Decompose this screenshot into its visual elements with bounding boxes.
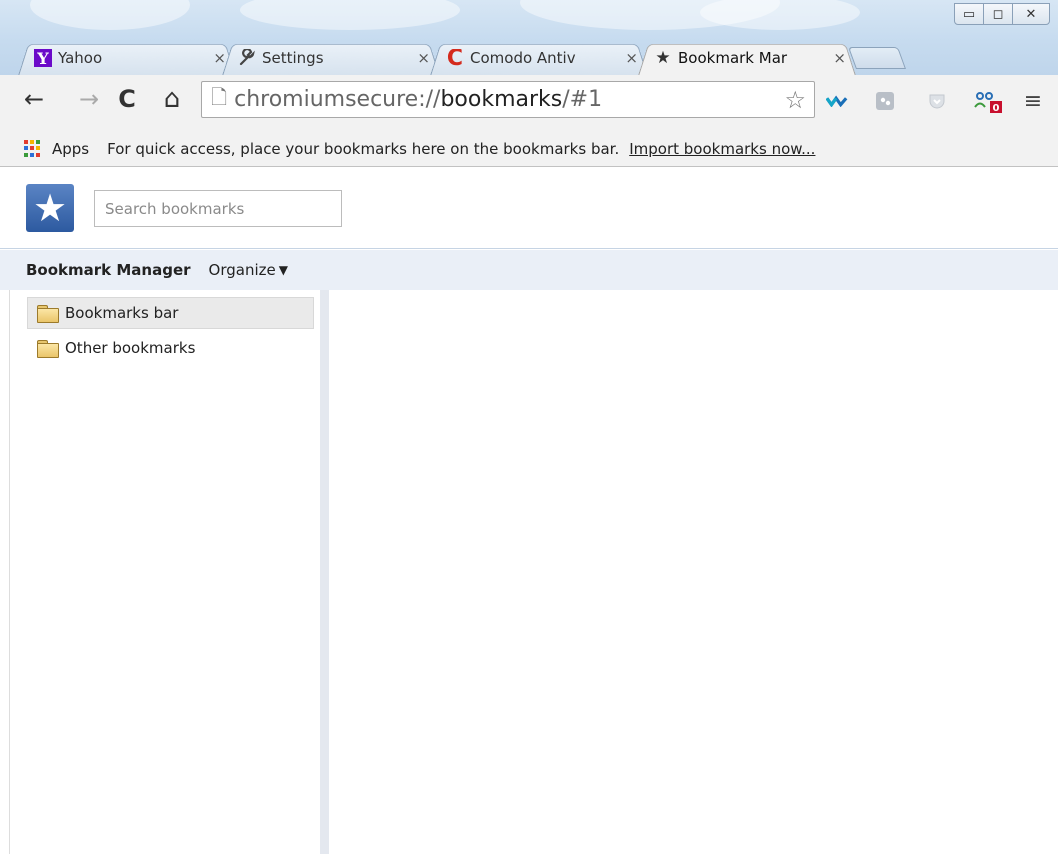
minimize-button[interactable]: ▭ xyxy=(954,3,984,25)
folder-label: Other bookmarks xyxy=(65,339,196,357)
tab-title: Settings xyxy=(262,49,324,67)
wave-icon[interactable] xyxy=(826,90,848,112)
bookmark-manager-menubar: Bookmark Manager Organize ▼ xyxy=(0,250,1058,290)
new-tab-button[interactable] xyxy=(847,47,907,69)
tab-title: Yahoo xyxy=(58,49,103,67)
bookmark-star-icon[interactable]: ☆ xyxy=(784,86,806,114)
url-host: bookmarks xyxy=(440,87,563,112)
back-button[interactable]: ← xyxy=(20,83,48,115)
forward-button[interactable]: → xyxy=(75,83,103,115)
reload-button[interactable]: C xyxy=(113,83,141,115)
notify-badge: 0 xyxy=(993,103,1000,113)
bookmark-star-logo-icon: ★ xyxy=(26,184,74,232)
folder-icon xyxy=(37,340,59,358)
tab-title: Comodo Antiv xyxy=(470,49,576,67)
pane-splitter[interactable] xyxy=(320,290,329,854)
notify-icon[interactable]: 0 xyxy=(972,90,1004,113)
yahoo-favicon-icon: Y xyxy=(34,49,52,67)
puzzle-icon[interactable] xyxy=(874,90,896,112)
url-path: /#1 xyxy=(562,87,603,112)
tab-close-icon[interactable]: × xyxy=(833,49,846,67)
tab-yahoo[interactable]: Y Yahoo × xyxy=(18,40,236,75)
address-bar[interactable]: 🗋 chromiumsecure://bookmarks/#1 ☆ xyxy=(201,81,815,118)
page-icon: 🗋 xyxy=(211,84,228,109)
organize-label: Organize xyxy=(208,261,276,279)
tab-close-icon[interactable]: × xyxy=(625,49,638,67)
window-controls: ▭ ◻ ✕ xyxy=(954,3,1050,25)
import-bookmarks-link[interactable]: Import bookmarks now... xyxy=(629,140,815,158)
wrench-icon xyxy=(238,49,256,67)
caret-down-icon: ▼ xyxy=(278,263,288,277)
close-window-button[interactable]: ✕ xyxy=(1012,3,1050,25)
bookmark-list xyxy=(329,290,1058,854)
tab-close-icon[interactable]: × xyxy=(417,49,430,67)
tab-title: Bookmark Mar xyxy=(678,49,788,67)
tree-item-other-bookmarks[interactable]: Other bookmarks xyxy=(27,332,314,364)
tab-comodo[interactable]: C Comodo Antiv × xyxy=(430,40,648,75)
tab-settings[interactable]: Settings × xyxy=(222,40,440,75)
folder-icon xyxy=(37,305,59,323)
organize-menu[interactable]: Organize ▼ xyxy=(209,261,288,279)
bookmarks-bar: Apps For quick access, place your bookma… xyxy=(0,131,1058,167)
tree-item-bookmarks-bar[interactable]: Bookmarks bar xyxy=(27,297,314,329)
url-scheme: chromiumsecure:// xyxy=(234,87,441,112)
home-button[interactable]: ⌂ xyxy=(158,83,186,115)
apps-grid-icon[interactable] xyxy=(24,139,42,158)
star-favicon-icon: ★ xyxy=(655,49,671,67)
bookmark-manager-header: ★ xyxy=(0,168,1058,249)
menu-icon[interactable]: ≡ xyxy=(1022,89,1044,114)
comodo-favicon-icon: C xyxy=(446,49,464,67)
search-bookmarks-input[interactable] xyxy=(94,190,342,227)
apps-link[interactable]: Apps xyxy=(52,140,89,158)
page-title: Bookmark Manager xyxy=(26,261,191,279)
folder-label: Bookmarks bar xyxy=(65,304,179,322)
folder-tree: Bookmarks bar Other bookmarks xyxy=(9,290,320,854)
bookmarks-bar-hint: For quick access, place your bookmarks h… xyxy=(107,139,620,158)
title-bar: ▭ ◻ ✕ Y Yahoo × Settings × C Comodo Anti… xyxy=(0,0,1058,75)
tab-bookmark-manager[interactable]: ★ Bookmark Mar × xyxy=(638,40,856,75)
maximize-button[interactable]: ◻ xyxy=(983,3,1013,25)
browser-toolbar: ← → C ⌂ 🗋 chromiumsecure://bookmarks/#1 … xyxy=(0,75,1058,131)
pocket-icon[interactable] xyxy=(926,90,948,112)
